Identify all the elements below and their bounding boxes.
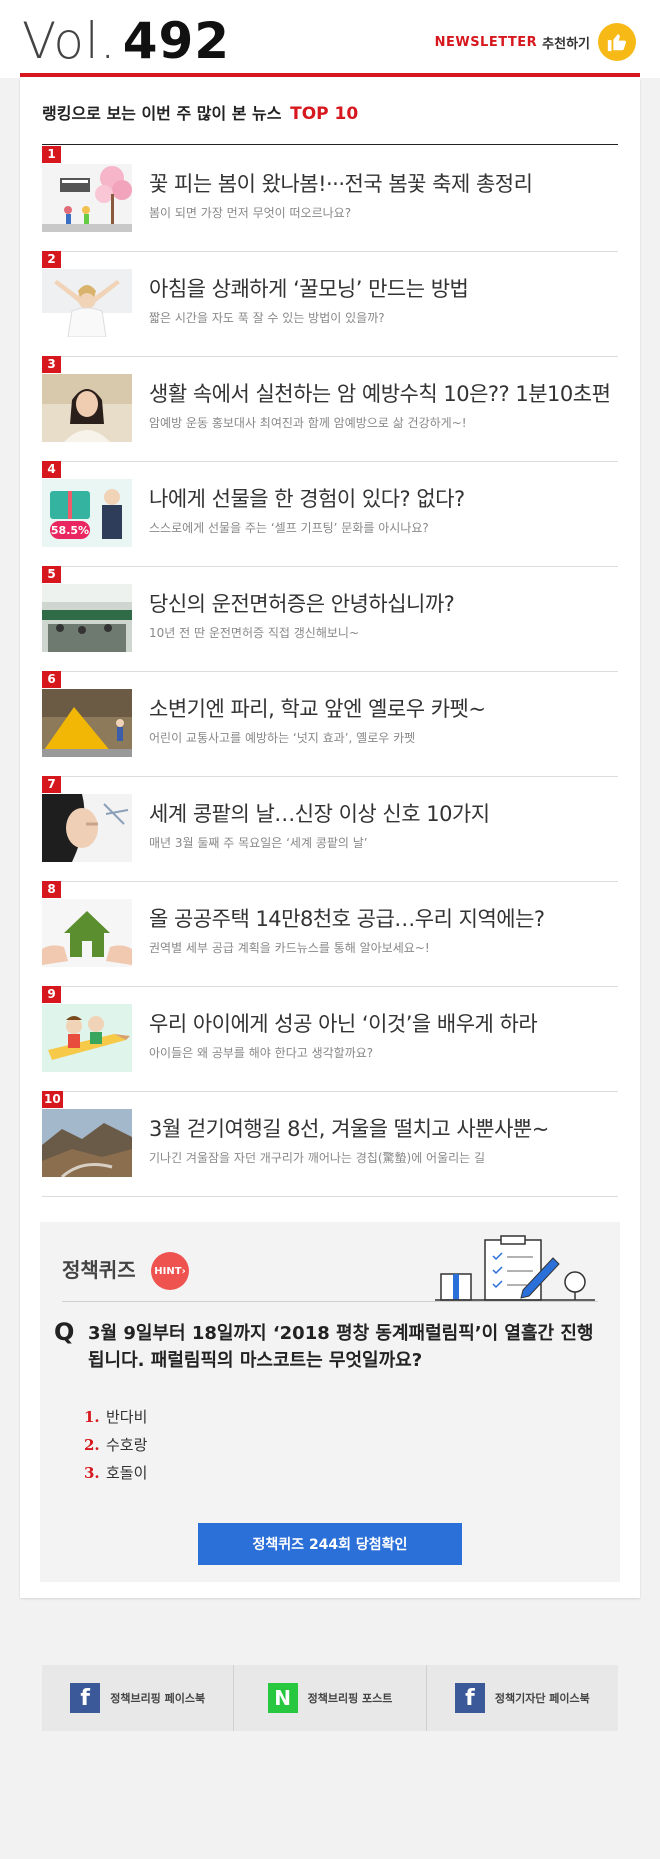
news-subtitle: 스스로에게 선물을 주는 ‘셀프 기프팅’ 문화를 아시나요? (149, 521, 429, 535)
news-subtitle: 권역별 세부 공급 계획을 카드뉴스를 통해 알아보세요~! (149, 941, 430, 955)
facebook-icon: f (70, 1683, 101, 1713)
news-title[interactable]: 소변기엔 파리, 학교 앞엔 옐로우 카펫~ (149, 693, 621, 723)
quiz-option[interactable]: 1. 반다비 (84, 1406, 147, 1427)
ranking-card: 랭킹으로 보는 이번 주 많이 본 뉴스 TOP 10 1 꽃 피는 봄이 왔나… (20, 78, 640, 1598)
hint-button[interactable]: HINT › (151, 1252, 189, 1290)
rank-number-badge: 6 (42, 671, 61, 688)
news-title[interactable]: 올 공공주택 14만8천호 공급…우리 지역에는? (149, 903, 621, 933)
news-subtitle: 어린이 교통사고를 예방하는 ‘넛지 효과’, 옐로우 카펫 (149, 731, 416, 745)
news-item[interactable]: 6 소변기엔 파리, 학교 앞엔 옐로우 카펫~ 어린이 교통사고를 예방하는 … (42, 671, 618, 777)
volume-heading: Vol. 492 (22, 10, 230, 72)
quiz-question: 3월 9일부터 18일까지 ‘2018 평창 동계패럴림픽’이 열흘간 진행됩니… (88, 1323, 594, 1371)
option-number: 3. (84, 1464, 100, 1482)
news-title[interactable]: 생활 속에서 실천하는 암 예방수칙 10은?? 1분10초편 (149, 378, 621, 408)
rank-number-badge: 1 (42, 146, 61, 163)
question-mark-label: Q (54, 1318, 75, 1346)
volume-label: Vol. (22, 12, 117, 70)
policy-briefing-post-link[interactable]: N 정책브리핑 포스트 (234, 1665, 427, 1731)
hint-label: HINT (154, 1265, 182, 1277)
ranking-title: 랭킹으로 보는 이번 주 많이 본 뉴스 TOP 10 (42, 100, 358, 124)
news-subtitle: 짧은 시간을 자도 푹 잘 수 있는 방법이 있을까? (149, 311, 385, 325)
option-number: 2. (84, 1436, 100, 1454)
news-thumbnail[interactable] (42, 1109, 132, 1177)
ranking-title-text: 랭킹으로 보는 이번 주 많이 본 뉴스 (42, 104, 282, 123)
facebook-icon: f (454, 1683, 485, 1713)
clipboard-checklist-icon (435, 1234, 595, 1306)
recommend-label: 추천하기 (542, 36, 590, 52)
news-thumbnail[interactable] (42, 1004, 132, 1072)
rank-number-badge: 9 (42, 986, 61, 1003)
footer-link-label: 정책브리핑 페이스북 (110, 1692, 206, 1705)
news-item[interactable]: 10 3월 걷기여행길 8선, 겨울을 떨치고 사뿐사뿐~ 기나긴 겨울잠을 자… (42, 1091, 618, 1197)
news-subtitle: 아이들은 왜 공부를 해야 한다고 생각할까요? (149, 1046, 374, 1060)
svg-text:58.5%: 58.5% (51, 524, 89, 537)
option-number: 1. (84, 1408, 100, 1426)
news-item[interactable]: 7 세계 콩팥의 날…신장 이상 신호 10가지 매년 3월 둘째 주 목요일은… (42, 776, 618, 882)
policy-quiz: 정책퀴즈 HINT › Q 3월 9일부터 18일까지 ‘2018 평창 동계패럴… (40, 1222, 620, 1582)
news-thumbnail[interactable] (42, 164, 132, 232)
news-subtitle: 매년 3월 둘째 주 목요일은 ‘세계 콩팥의 날’ (149, 836, 368, 850)
ranking-divider (42, 144, 618, 145)
newsletter-label: NEWSLETTER (434, 34, 538, 50)
news-item[interactable]: 3 생활 속에서 실천하는 암 예방수칙 10은?? 1분10초편 암예방 운동… (42, 356, 618, 462)
news-title[interactable]: 세계 콩팥의 날…신장 이상 신호 10가지 (149, 798, 621, 828)
news-item[interactable]: 58.5% 4 나에게 선물을 한 경험이 있다? 없다? 스스로에게 선물을 … (42, 461, 618, 567)
news-thumbnail[interactable] (42, 584, 132, 652)
newsletter-recommend-link[interactable]: NEWSLETTER 추천하기 (435, 22, 636, 62)
option-text: 수호랑 (106, 1436, 148, 1454)
news-item[interactable]: 8 올 공공주택 14만8천호 공급…우리 지역에는? 권역별 세부 공급 계획… (42, 881, 618, 987)
quiz-option[interactable]: 2. 수호랑 (84, 1434, 147, 1455)
footer-social-links: f 정책브리핑 페이스북 N 정책브리핑 포스트 f 정책기자단 페이스북 (42, 1665, 618, 1731)
option-text: 호돌이 (106, 1464, 148, 1482)
newsletter-header: Vol. 492 NEWSLETTER 추천하기 (0, 0, 660, 78)
footer-link-label: 정책기자단 페이스북 (494, 1692, 590, 1705)
thumbs-up-icon[interactable] (598, 23, 636, 61)
header-divider (20, 73, 640, 77)
news-subtitle: 봄이 되면 가장 먼저 무엇이 떠오르나요? (149, 206, 352, 220)
news-title[interactable]: 3월 걷기여행길 8선, 겨울을 떨치고 사뿐사뿐~ (149, 1113, 621, 1143)
news-title[interactable]: 우리 아이에게 성공 아닌 ‘이것’을 배우게 하라 (149, 1008, 621, 1038)
news-title[interactable]: 아침을 상쾌하게 ‘꿀모닝’ 만드는 방법 (149, 273, 621, 303)
news-thumbnail[interactable] (42, 269, 132, 337)
rank-number-badge: 2 (42, 251, 61, 268)
quiz-divider (62, 1301, 598, 1302)
rank-number-badge: 8 (42, 881, 61, 898)
option-text: 반다비 (106, 1408, 148, 1426)
news-item[interactable]: 2 아침을 상쾌하게 ‘꿀모닝’ 만드는 방법 짧은 시간을 자도 푹 잘 수 … (42, 251, 618, 357)
news-subtitle: 10년 전 딴 운전면허증 직접 갱신해보니~ (149, 626, 359, 640)
footer-link-label: 정책브리핑 포스트 (307, 1692, 393, 1705)
news-item[interactable]: 5 당신의 운전면허증은 안녕하십니까? 10년 전 딴 운전면허증 직접 갱신… (42, 566, 618, 672)
news-item[interactable]: 1 꽃 피는 봄이 왔나봄!···전국 봄꽃 축제 총정리 봄이 되면 가장 먼… (42, 146, 618, 252)
news-thumbnail[interactable] (42, 899, 132, 967)
rank-number-badge: 4 (42, 461, 61, 478)
news-thumbnail[interactable] (42, 374, 132, 442)
news-title[interactable]: 꽃 피는 봄이 왔나봄!···전국 봄꽃 축제 총정리 (149, 168, 621, 198)
quiz-winners-button[interactable]: 정책퀴즈 244회 당첨확인 (198, 1523, 462, 1565)
naver-post-icon: N (267, 1683, 298, 1713)
ranking-title-highlight: TOP 10 (290, 104, 359, 124)
news-thumbnail[interactable]: 58.5% (42, 479, 132, 547)
rank-number-badge: 5 (42, 566, 61, 583)
policy-briefing-facebook-link[interactable]: f 정책브리핑 페이스북 (42, 1665, 235, 1731)
news-subtitle: 기나긴 겨울잠을 자던 개구리가 깨어나는 경칩(驚蟄)에 어울리는 길 (149, 1151, 486, 1165)
volume-number: 492 (122, 12, 231, 70)
news-subtitle: 암예방 운동 홍보대사 최여진과 함께 암예방으로 삶 건강하게~! (149, 416, 467, 430)
policy-reporters-facebook-link[interactable]: f 정책기자단 페이스북 (427, 1665, 618, 1731)
rank-number-badge: 10 (42, 1091, 63, 1108)
news-thumbnail[interactable] (42, 689, 132, 757)
rank-number-badge: 3 (42, 356, 61, 373)
quiz-title: 정책퀴즈 (62, 1258, 136, 1282)
quiz-option[interactable]: 3. 호돌이 (84, 1462, 147, 1483)
news-title[interactable]: 나에게 선물을 한 경험이 있다? 없다? (149, 483, 621, 513)
rank-number-badge: 7 (42, 776, 61, 793)
chevron-right-icon: › (181, 1265, 186, 1277)
news-thumbnail[interactable] (42, 794, 132, 862)
news-title[interactable]: 당신의 운전면허증은 안녕하십니까? (149, 588, 621, 618)
news-item[interactable]: 9 우리 아이에게 성공 아닌 ‘이것’을 배우게 하라 아이들은 왜 공부를 … (42, 986, 618, 1092)
